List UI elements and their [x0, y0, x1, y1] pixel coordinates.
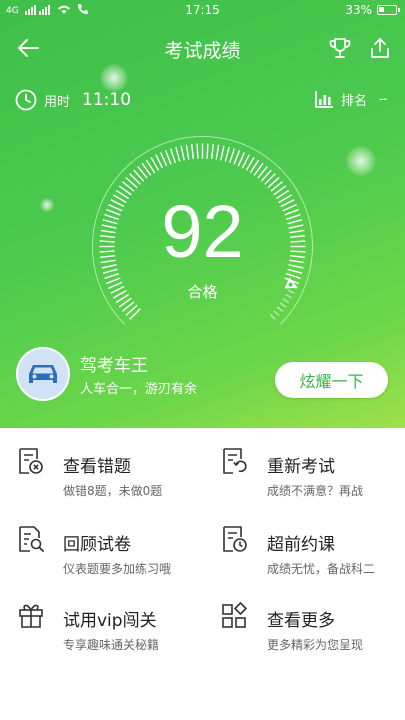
gauge-tick	[237, 152, 246, 167]
menu-item-title: 查看更多	[267, 611, 335, 631]
user-title: 驾考车王	[80, 356, 148, 376]
share-icon	[371, 38, 389, 58]
score-grade: 合格	[187, 283, 218, 301]
user-motto: 人车合一，游刃有余	[80, 382, 198, 397]
decor-bubble	[346, 146, 376, 176]
trophy-icon	[329, 38, 351, 58]
gauge-tick	[211, 143, 214, 160]
score-value: 92	[161, 190, 244, 273]
menu-item-review-paper[interactable]: 回顾试卷 仪表题要多加练习哦	[16, 516, 216, 576]
decor-bubble	[100, 64, 128, 92]
rank-entry[interactable]: 排名 –	[314, 89, 388, 109]
time-used: 用时 11:10	[15, 89, 131, 111]
review-paper-icon	[19, 526, 44, 552]
gauge-tick	[233, 150, 241, 165]
clock-icon	[15, 89, 37, 111]
gauge-tick	[285, 273, 301, 279]
gauge-tick	[175, 146, 181, 162]
gauge-tick	[215, 144, 220, 160]
gauge-tick	[269, 313, 276, 320]
menu-item-title: 重新考试	[267, 457, 335, 477]
menu-item-book-class[interactable]: 超前约课 成绩无忧，备战科二	[220, 516, 405, 576]
gauge-tick	[273, 310, 280, 316]
battery-level	[379, 7, 384, 12]
menu-item-subtitle: 更多精彩为您呈现	[267, 638, 364, 652]
bar-chart-icon	[315, 91, 333, 108]
trophy-button[interactable]	[326, 34, 354, 62]
rank-value: –	[379, 89, 388, 109]
status-bar: 4G 17:15 33%	[0, 0, 405, 22]
gauge-tick	[206, 143, 209, 159]
gauge-tick	[220, 145, 225, 161]
menu-item-subtitle: 成绩无忧，备战科二	[267, 562, 376, 576]
book-class-icon	[223, 526, 247, 552]
share-top-button[interactable]	[366, 34, 394, 62]
time-label: 用时	[44, 94, 71, 110]
menu-item-wrong-questions[interactable]: 查看错题 做错8题，未做0题	[16, 438, 216, 498]
menu-item-retake-exam[interactable]: 重新考试 成绩不满意？再战	[220, 438, 405, 498]
gauge-tick	[287, 268, 303, 274]
menu-item-title: 试用vip闯关	[63, 611, 157, 631]
gauge-tick	[102, 268, 118, 274]
menu-item-title: 回顾试卷	[63, 535, 131, 555]
gauge-tick	[224, 146, 230, 162]
battery-percent: 33%	[345, 3, 372, 17]
gauge-tick	[191, 143, 194, 160]
menu-item-subtitle: 成绩不满意？再战	[267, 484, 364, 498]
menu-item-subtitle: 做错8题，未做0题	[63, 484, 163, 498]
gauge-tick	[279, 302, 287, 308]
result-hero: 4G 17:15 33% 考试成绩 用时 11:10 排名 – 92 合格 驾考…	[0, 0, 405, 428]
title-bar: 考试成绩	[0, 30, 405, 66]
time-value: 11:10	[82, 90, 132, 110]
gauge-tick	[185, 144, 190, 160]
battery-icon	[377, 5, 400, 15]
status-time: 17:15	[185, 3, 220, 17]
gauge-tick	[104, 273, 120, 279]
gauge-tick	[180, 145, 185, 161]
menu-item-subtitle: 专享趣味通关秘籍	[63, 638, 160, 652]
retake-exam-icon	[223, 448, 247, 474]
gauge-tick	[164, 150, 172, 165]
rank-label: 排名	[341, 93, 368, 109]
menu-item-subtitle: 仪表题要多加练习哦	[63, 562, 172, 576]
gauge-tick	[196, 143, 199, 159]
more-grid-icon	[222, 601, 248, 628]
car-icon	[29, 365, 57, 383]
menu-item-see-more[interactable]: 查看更多 更多精彩为您呈现	[220, 592, 405, 652]
avatar	[16, 347, 70, 401]
gift-icon	[19, 604, 43, 628]
menu-item-title: 超前约课	[267, 535, 335, 555]
show-off-button[interactable]: 炫耀一下	[275, 362, 388, 398]
gauge-tick	[159, 152, 168, 167]
gauge-tick	[170, 148, 176, 164]
menu-item-title: 查看错题	[63, 457, 131, 477]
gauge-tick	[276, 306, 283, 312]
wrong-questions-icon	[19, 448, 43, 474]
gauge-tick	[229, 148, 235, 164]
menu-item-vip-trial[interactable]: 试用vip闯关 专享趣味通关秘籍	[16, 592, 216, 652]
